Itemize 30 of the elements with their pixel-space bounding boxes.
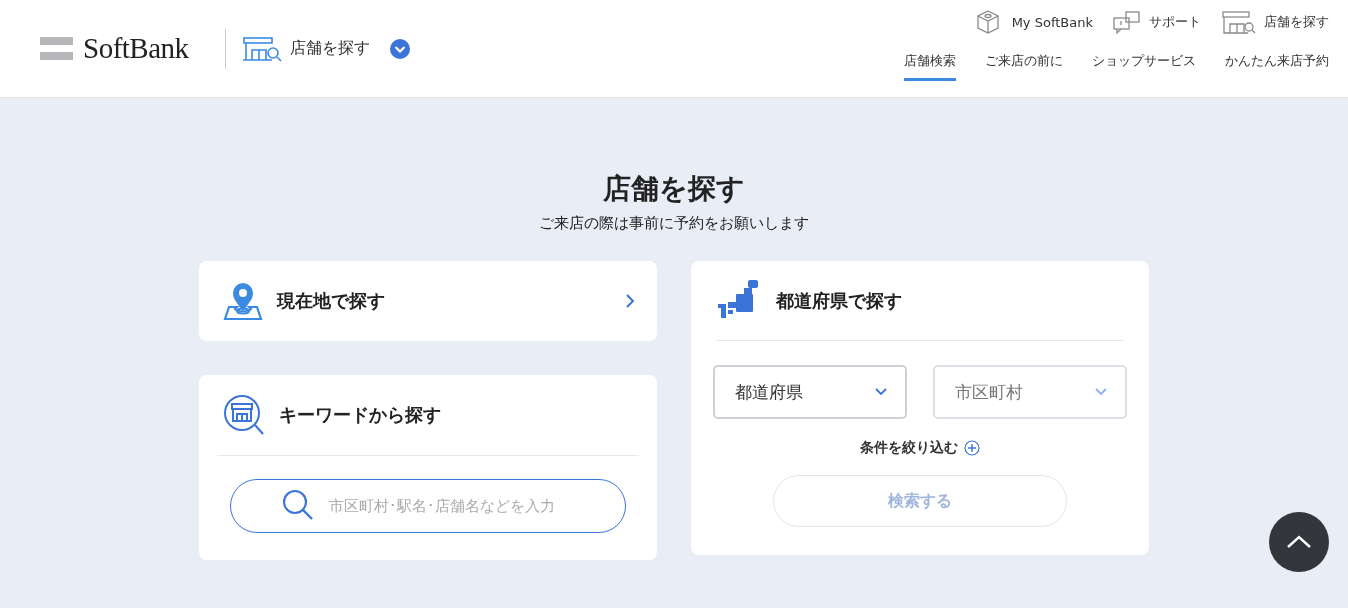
header-link[interactable]: 店舗を探す (1221, 10, 1329, 34)
chevron-down-icon (875, 388, 887, 396)
card-title: 都道府県で探す (776, 288, 902, 313)
chevron-right-icon (625, 293, 635, 309)
card-title: キーワードから探す (279, 403, 441, 427)
logo-bars-icon (40, 36, 73, 61)
plus-circle-icon (964, 440, 980, 456)
nav-tab[interactable]: ご来店の前に (985, 52, 1063, 81)
location-card[interactable]: 現在地で探す (199, 261, 657, 341)
shop-search-icon (223, 394, 265, 436)
page-title: 店舗を探す (603, 171, 745, 207)
chevron-up-icon (1286, 535, 1312, 549)
refine-link[interactable]: 条件を絞り込む (860, 439, 980, 457)
logo-text[interactable]: SoftBank (83, 32, 189, 65)
shop-search-icon (241, 35, 282, 62)
map-pin-icon (223, 281, 263, 321)
scroll-top-button[interactable] (1269, 512, 1329, 572)
speech-bubbles-icon (1113, 10, 1141, 34)
dropdown-icon[interactable] (389, 38, 410, 59)
header-link[interactable]: My SoftBank (975, 10, 1093, 34)
section-title: 店舗を探す (289, 38, 370, 59)
nav-tab[interactable]: かんたん来店予約 (1225, 52, 1329, 81)
select-dropdown[interactable]: 都道府県 (713, 365, 907, 419)
chevron-down-icon (1095, 388, 1107, 396)
nav-tab[interactable]: 店舗検索 (904, 52, 956, 81)
shop-search-icon (1221, 10, 1256, 34)
header-link[interactable]: サポート (1113, 10, 1201, 34)
nav-tab[interactable]: ショップサービス (1092, 52, 1196, 81)
page-subtitle: ご来店の際は事前に予約をお願いします (539, 214, 809, 233)
search-field[interactable]: 市区町村･駅名･店舗名などを入力 (230, 479, 626, 533)
